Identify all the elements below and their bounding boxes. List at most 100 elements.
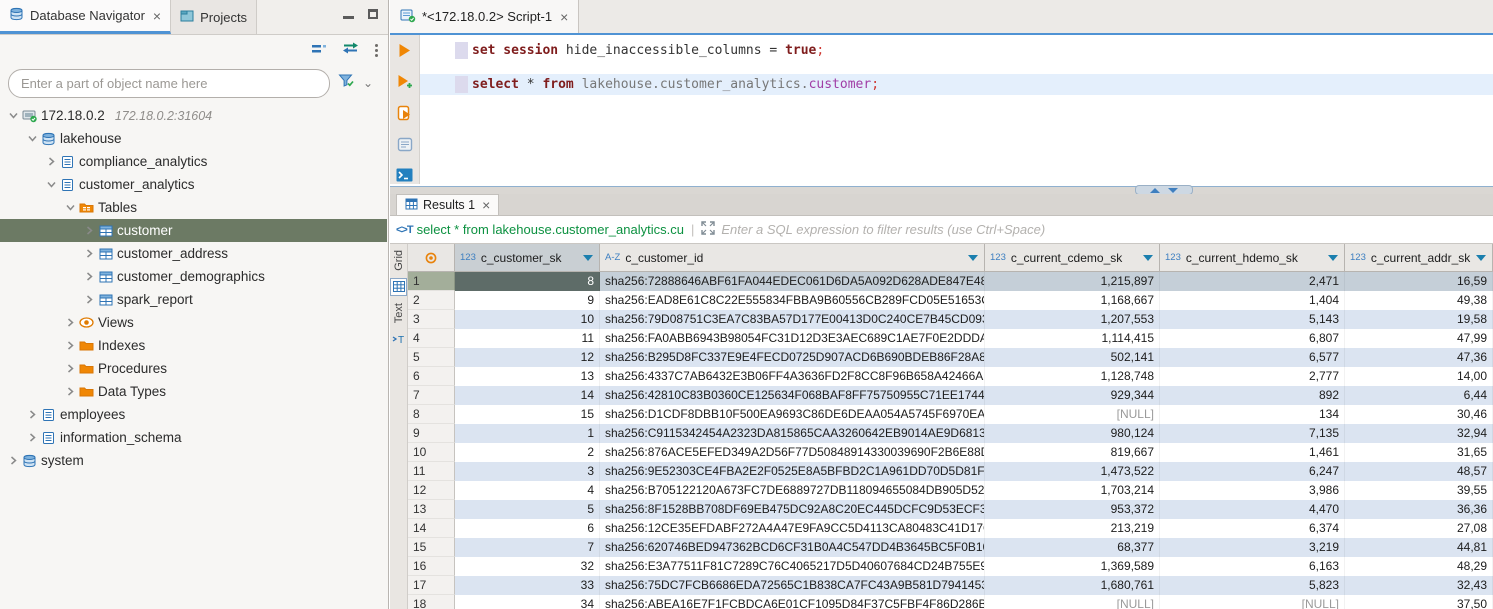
sql-line-2[interactable]: select * from lakehouse.customer_analyti… [420, 76, 1493, 94]
grid-cell-c_current_addr_sk[interactable]: 19,58 [1345, 310, 1493, 329]
grid-cell-c_current_cdemo_sk[interactable]: 1,369,589 [985, 557, 1160, 576]
close-icon[interactable]: × [153, 9, 161, 23]
grid-cell-c_current_hdemo_sk[interactable]: 2,471 [1160, 272, 1345, 291]
collapse-all-icon[interactable] [312, 41, 326, 59]
grid-cell-c_customer_sk[interactable]: 2 [455, 443, 600, 462]
column-filter-dropdown-icon[interactable] [583, 255, 593, 261]
grid-cell-c_current_addr_sk[interactable]: 49,38 [1345, 291, 1493, 310]
row-number-cell[interactable]: 1 [408, 272, 455, 291]
chevron-right-icon[interactable] [82, 295, 96, 304]
results-filter-bar[interactable]: <>T select * from lakehouse.customer_ana… [390, 216, 1493, 244]
grid-cell-c_current_hdemo_sk[interactable]: 1,461 [1160, 443, 1345, 462]
chevron-right-icon[interactable] [25, 410, 39, 419]
grid-cell-c_current_hdemo_sk[interactable]: 6,807 [1160, 329, 1345, 348]
chevron-right-icon[interactable] [25, 433, 39, 442]
chevron-down-icon[interactable] [44, 180, 58, 189]
row-number-cell[interactable]: 10 [408, 443, 455, 462]
grid-cell-c_current_cdemo_sk[interactable]: 1,473,522 [985, 462, 1160, 481]
filter-funnel-icon[interactable] [338, 73, 355, 93]
row-number-cell[interactable]: 3 [408, 310, 455, 329]
grid-cell-c_customer_id[interactable]: sha256:620746BED947362BCD6CF31B0A4C547DD… [600, 538, 985, 557]
grid-cell-c_current_hdemo_sk[interactable]: 5,823 [1160, 576, 1345, 595]
grid-cell-c_customer_sk[interactable]: 13 [455, 367, 600, 386]
grid-cell-c_customer_sk[interactable]: 7 [455, 538, 600, 557]
column-header-c_current_hdemo_sk[interactable]: 123c_current_hdemo_sk [1160, 244, 1345, 272]
grid-cell-c_customer_sk[interactable]: 15 [455, 405, 600, 424]
tab-sql-script[interactable]: *<172.18.0.2> Script-1 × [390, 0, 579, 33]
chevron-right-icon[interactable] [63, 341, 77, 350]
grid-cell-c_customer_sk[interactable]: 5 [455, 500, 600, 519]
chevron-down-icon[interactable] [63, 203, 77, 212]
grid-cell-c_current_cdemo_sk[interactable]: 1,114,415 [985, 329, 1160, 348]
grid-cell-c_current_hdemo_sk[interactable]: 7,135 [1160, 424, 1345, 443]
grid-cell-c_customer_sk[interactable]: 6 [455, 519, 600, 538]
text-presentation-button[interactable]: T [390, 330, 407, 348]
grid-cell-c_customer_sk[interactable]: 12 [455, 348, 600, 367]
minimize-icon[interactable] [343, 16, 354, 19]
row-number-cell[interactable]: 5 [408, 348, 455, 367]
grid-cell-c_customer_id[interactable]: sha256:72888646ABF61FA044EDEC061D6DA5A09… [600, 272, 985, 291]
grid-cell-c_current_cdemo_sk[interactable]: 213,219 [985, 519, 1160, 538]
row-number-cell[interactable]: 9 [408, 424, 455, 443]
grid-cell-c_current_addr_sk[interactable]: 48,57 [1345, 462, 1493, 481]
row-number-cell[interactable]: 8 [408, 405, 455, 424]
chevron-right-icon[interactable] [63, 387, 77, 396]
grid-cell-c_current_hdemo_sk[interactable]: 892 [1160, 386, 1345, 405]
tree-item-system[interactable]: system [0, 449, 387, 472]
grid-cell-c_current_addr_sk[interactable]: 31,65 [1345, 443, 1493, 462]
tree-item-information-schema[interactable]: information_schema [0, 426, 387, 449]
grid-cell-c_current_addr_sk[interactable]: 37,50 [1345, 595, 1493, 609]
grid-cell-c_customer_sk[interactable]: 11 [455, 329, 600, 348]
grid-cell-c_current_addr_sk[interactable]: 36,36 [1345, 500, 1493, 519]
grid-cell-c_current_cdemo_sk[interactable]: 953,372 [985, 500, 1160, 519]
grid-cell-c_customer_sk[interactable]: 33 [455, 576, 600, 595]
grid-cell-c_customer_id[interactable]: sha256:ABEA16E7F1FCBDCA6E01CF1095D84F37C… [600, 595, 985, 609]
column-filter-dropdown-icon[interactable] [968, 255, 978, 261]
chevron-down-icon[interactable]: ⌄ [363, 76, 373, 90]
tab-results-1[interactable]: Results 1 × [396, 194, 499, 215]
grid-cell-c_current_addr_sk[interactable]: 32,43 [1345, 576, 1493, 595]
chevron-right-icon[interactable] [82, 272, 96, 281]
grid-cell-c_current_hdemo_sk[interactable]: 6,374 [1160, 519, 1345, 538]
grid-cell-c_current_hdemo_sk[interactable]: 5,143 [1160, 310, 1345, 329]
tree-item-customer-analytics[interactable]: customer_analytics [0, 173, 387, 196]
row-number-cell[interactable]: 15 [408, 538, 455, 557]
tree-item-employees[interactable]: employees [0, 403, 387, 426]
grid-cell-c_customer_sk[interactable]: 4 [455, 481, 600, 500]
grid-cell-c_current_hdemo_sk[interactable]: 4,470 [1160, 500, 1345, 519]
grid-cell-c_current_addr_sk[interactable]: 47,99 [1345, 329, 1493, 348]
grid-cell-c_current_cdemo_sk[interactable]: [NULL] [985, 595, 1160, 609]
filter-input-placeholder[interactable]: Enter a SQL expression to filter results… [721, 222, 1045, 237]
tree-item-indexes[interactable]: Indexes [0, 334, 387, 357]
grid-cell-c_customer_id[interactable]: sha256:42810C83B0360CE125634F068BAF8FF75… [600, 386, 985, 405]
row-number-cell[interactable]: 6 [408, 367, 455, 386]
column-header-c_customer_id[interactable]: A-Zc_customer_id [600, 244, 985, 272]
grid-cell-c_customer_id[interactable]: sha256:79D08751C3EA7C83BA57D177E00413D0C… [600, 310, 985, 329]
grid-corner-cell[interactable] [408, 244, 455, 272]
tree-item-spark-report[interactable]: spark_report [0, 288, 387, 311]
close-icon[interactable]: × [482, 198, 490, 212]
tab-database-navigator[interactable]: Database Navigator × [0, 0, 171, 34]
tree-item-views[interactable]: Views [0, 311, 387, 334]
tree-item-data-types[interactable]: Data Types [0, 380, 387, 403]
execute-in-new-tab-icon[interactable] [397, 74, 413, 94]
row-number-cell[interactable]: 14 [408, 519, 455, 538]
grid-cell-c_current_hdemo_sk[interactable]: 2,777 [1160, 367, 1345, 386]
chevron-down-icon[interactable] [25, 134, 39, 143]
row-number-cell[interactable]: 18 [408, 595, 455, 609]
grid-cell-c_current_addr_sk[interactable]: 14,00 [1345, 367, 1493, 386]
grid-cell-c_customer_id[interactable]: sha256:C9115342454A2323DA815865CAA326064… [600, 424, 985, 443]
grid-cell-c_current_addr_sk[interactable]: 16,59 [1345, 272, 1493, 291]
tree-item-tables[interactable]: Tables [0, 196, 387, 219]
grid-cell-c_customer_sk[interactable]: 34 [455, 595, 600, 609]
link-with-editor-icon[interactable] [342, 41, 359, 59]
grid-cell-c_current_addr_sk[interactable]: 47,36 [1345, 348, 1493, 367]
execute-statement-icon[interactable] [398, 43, 411, 63]
grid-cell-c_current_cdemo_sk[interactable]: 819,667 [985, 443, 1160, 462]
explain-plan-icon[interactable] [397, 137, 413, 157]
chevron-right-icon[interactable] [63, 364, 77, 373]
grid-cell-c_current_hdemo_sk[interactable]: 6,577 [1160, 348, 1345, 367]
grid-cell-c_customer_sk[interactable]: 32 [455, 557, 600, 576]
open-sql-console-icon[interactable] [396, 168, 413, 187]
grid-cell-c_current_addr_sk[interactable]: 48,29 [1345, 557, 1493, 576]
